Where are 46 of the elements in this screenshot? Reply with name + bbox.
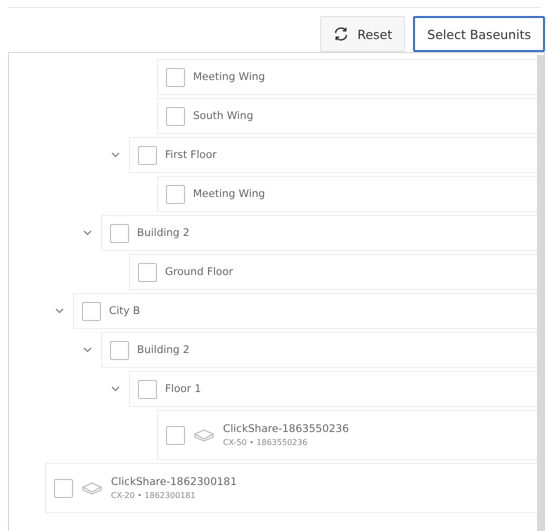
device-icon bbox=[193, 428, 215, 442]
checkbox[interactable] bbox=[82, 302, 101, 320]
row-label: Building 2 bbox=[137, 227, 190, 239]
row-label: City B bbox=[109, 305, 140, 317]
checkbox[interactable] bbox=[166, 426, 185, 444]
device-detail: CX-50 • 1863550236 bbox=[223, 438, 308, 447]
tree-row[interactable]: City B bbox=[73, 293, 537, 329]
tree-row[interactable]: Ground Floor bbox=[129, 254, 537, 290]
checkbox[interactable] bbox=[138, 262, 157, 282]
tree-row[interactable]: Meeting Wing bbox=[157, 176, 537, 212]
scrollbar[interactable] bbox=[537, 55, 544, 531]
checkbox[interactable] bbox=[110, 224, 129, 242]
select-baseunits-button[interactable]: Select Baseunits bbox=[413, 16, 545, 52]
device-icon bbox=[81, 481, 103, 495]
checkbox[interactable] bbox=[166, 106, 185, 126]
row-label: Meeting Wing bbox=[193, 188, 266, 200]
tree-row[interactable]: First Floor bbox=[129, 137, 537, 173]
chevron-down-icon[interactable] bbox=[110, 386, 120, 392]
row-label: Ground Floor bbox=[165, 266, 234, 278]
chevron-down-icon[interactable] bbox=[82, 230, 92, 236]
checkbox[interactable] bbox=[138, 146, 157, 164]
checkbox[interactable] bbox=[138, 380, 157, 398]
tree-row[interactable]: Building 2 bbox=[101, 215, 537, 251]
chevron-down-icon[interactable] bbox=[82, 347, 92, 353]
device-name: ClickShare-1862300181 bbox=[111, 476, 237, 488]
row-label: First Floor bbox=[165, 149, 217, 161]
tree-row[interactable]: Building 2 bbox=[101, 332, 537, 368]
checkbox[interactable] bbox=[166, 68, 185, 86]
checkbox[interactable] bbox=[110, 340, 129, 360]
refresh-icon bbox=[333, 26, 350, 42]
row-label: South Wing bbox=[193, 110, 254, 122]
row-label: Meeting Wing bbox=[193, 71, 266, 83]
reset-button[interactable]: Reset bbox=[320, 16, 406, 52]
chevron-down-icon[interactable] bbox=[110, 152, 120, 158]
device-name: ClickShare-1863550236 bbox=[223, 423, 349, 435]
tree-row[interactable]: Floor 1 bbox=[129, 371, 537, 407]
checkbox[interactable] bbox=[166, 184, 185, 204]
tree-row[interactable]: ClickShare-1863550236 CX-50 • 1863550236 bbox=[157, 410, 537, 460]
device-detail: CX-20 • 1862300181 bbox=[111, 491, 196, 500]
tree-row[interactable]: ClickShare-1862300181 CX-20 • 1862300181 bbox=[45, 463, 537, 513]
checkbox[interactable] bbox=[54, 478, 73, 498]
row-label: Floor 1 bbox=[165, 383, 202, 395]
tree-row[interactable]: Meeting Wing bbox=[157, 59, 537, 95]
row-label: Building 2 bbox=[137, 344, 190, 356]
tree-row[interactable]: South Wing bbox=[157, 98, 537, 134]
chevron-down-icon[interactable] bbox=[54, 308, 64, 314]
